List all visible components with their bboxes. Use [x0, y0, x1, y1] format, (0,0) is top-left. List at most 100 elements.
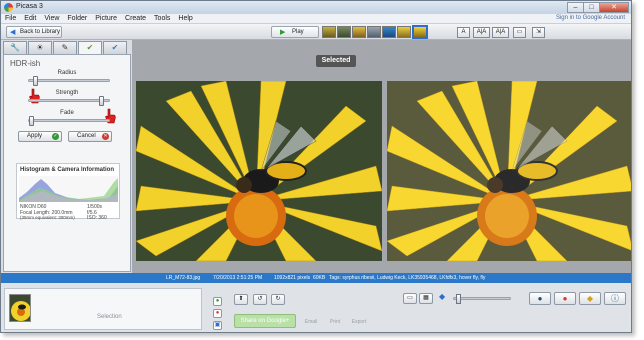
email-button[interactable]: Email [303, 319, 319, 325]
cancel-button[interactable]: Cancel ✕ [68, 131, 112, 142]
menu-folder[interactable]: Folder [67, 15, 87, 22]
hover-fly-on-flower-image [136, 81, 382, 261]
effect-title: HDR-ish [10, 59, 41, 68]
wrench-icon: 🔧 [10, 43, 20, 52]
film-thumbnail[interactable] [397, 26, 411, 38]
close-button[interactable]: ✕ [599, 2, 629, 13]
text-compare-button[interactable]: A|A [473, 27, 490, 38]
map-pin-icon: ● [562, 294, 568, 303]
minimize-button[interactable]: – [567, 2, 584, 13]
text-compare2-button[interactable]: A|A [492, 27, 509, 38]
selection-tray: Selection [4, 288, 202, 330]
play-icon: ▶ [280, 29, 286, 36]
menu-help[interactable]: Help [178, 15, 192, 22]
tab-effects-2[interactable]: ✔ [78, 41, 102, 55]
view-grid-button[interactable]: ▦ [419, 293, 433, 304]
print-button[interactable]: Print [327, 319, 343, 325]
iso: ISO: 360 [87, 215, 107, 221]
tab-basic-fixes[interactable]: 🔧 [3, 41, 27, 54]
back-to-library-button[interactable]: ◀ Back to Library [6, 26, 62, 38]
menu-bar: File Edit View Folder Picture Create Too… [1, 14, 631, 24]
effects-icon: ✔ [86, 43, 94, 52]
clear-selection-icon[interactable]: ● [213, 309, 222, 318]
rotate-left-button[interactable]: ↺ [253, 294, 267, 305]
hold-pin-icon[interactable]: ● [213, 297, 222, 306]
film-thumbnail[interactable] [322, 26, 336, 38]
film-thumbnail[interactable] [337, 26, 351, 38]
hover-fly-on-flower-image [387, 81, 631, 261]
strength-slider-knob[interactable] [99, 96, 104, 106]
file-size: 60KB [313, 275, 326, 281]
radius-label: Radius [57, 70, 77, 76]
photo-info-bar: LR_M72-83.jpg 7/20/2013 2:51:25 PM 1092x… [1, 273, 631, 283]
effect-panel: HDR-ish Radius Strength Fade Apply ✓ Can… [3, 54, 131, 272]
add-to-album-icon[interactable]: ▣ [213, 321, 222, 330]
zoom-slider[interactable] [453, 294, 511, 304]
menu-tools[interactable]: Tools [154, 15, 170, 22]
sign-in-link[interactable]: Sign in to Google Account [556, 15, 625, 21]
menu-edit[interactable]: Edit [24, 15, 36, 22]
info-button[interactable]: ⓘ [604, 292, 626, 305]
apply-button[interactable]: Apply ✓ [18, 131, 62, 142]
window-title: Picasa 3 [16, 3, 43, 10]
tab-effects[interactable]: ✎ [53, 41, 77, 54]
film-thumbnail[interactable] [352, 26, 366, 38]
file-name: LR_M72-83.jpg [166, 275, 201, 281]
apply-label: Apply [27, 133, 43, 139]
film-thumbnail-selected[interactable] [412, 25, 428, 39]
brush-icon: ✎ [61, 43, 69, 52]
menu-file[interactable]: File [5, 15, 16, 22]
film-thumbnail[interactable] [382, 26, 396, 38]
back-arrow-icon: ◀ [10, 29, 16, 36]
rotate-right-button[interactable]: ↻ [271, 294, 285, 305]
photo-original[interactable] [387, 81, 631, 261]
fade-slider-knob[interactable] [29, 116, 34, 126]
tags-button[interactable]: ◆ [579, 292, 601, 305]
fullscreen-button[interactable]: ⇲ [532, 27, 545, 38]
menu-view[interactable]: View [44, 15, 59, 22]
back-to-library-label: Back to Library [20, 29, 61, 35]
bottom-tray: Selection ● ● ▣ ⬆ ↺ ↻ Share on Google+ E… [1, 283, 631, 332]
photo-edited[interactable] [136, 81, 382, 261]
window-controls: – □ ✕ [567, 2, 629, 13]
thumbnail-image [10, 295, 30, 321]
view-mode-button[interactable]: ▭ [403, 293, 417, 304]
play-button[interactable]: ▶ Play [271, 26, 319, 38]
zoom-slider-knob[interactable] [456, 294, 461, 304]
filmstrip [322, 25, 429, 39]
radius-slider[interactable] [28, 76, 110, 86]
people-button[interactable]: ● [529, 292, 551, 305]
text-small-button[interactable]: A [457, 27, 470, 38]
export-button[interactable]: Export [350, 319, 368, 325]
tag-icon: ◆ [586, 294, 594, 303]
upload-button[interactable]: ⬆ [234, 294, 248, 305]
focal-equivalent: (35mm equivalent: 300mm) [20, 215, 75, 220]
title-bar: Picasa 3 – □ ✕ [1, 1, 631, 14]
cancel-label: Cancel [77, 133, 96, 139]
tab-effects-3[interactable]: ✔ [103, 41, 127, 54]
tab-tuning[interactable]: ☀ [28, 41, 52, 54]
maximize-button[interactable]: □ [583, 2, 600, 13]
sun-icon: ☀ [36, 43, 44, 52]
info-icon: ⓘ [611, 294, 619, 303]
check-icon: ✓ [52, 133, 59, 140]
menu-picture[interactable]: Picture [95, 15, 117, 22]
places-button[interactable]: ● [554, 292, 576, 305]
menu-create[interactable]: Create [125, 15, 146, 22]
photo-viewer: Selected [132, 40, 631, 273]
radius-slider-knob[interactable] [33, 76, 38, 86]
fade-label: Fade [60, 110, 74, 116]
histogram-title: Histogram & Camera Information [20, 167, 115, 173]
fade-slider[interactable] [28, 116, 110, 126]
toolbar: ◀ Back to Library ▶ Play A A|A A|A ▭ ⇲ [1, 24, 631, 40]
share-google-plus-button[interactable]: Share on Google+ [234, 314, 296, 328]
selection-thumbnail[interactable] [9, 294, 31, 322]
strength-label: Strength [55, 90, 79, 96]
person-icon: ● [537, 294, 543, 303]
histogram-graph [19, 176, 118, 202]
strength-slider[interactable] [28, 96, 110, 106]
selection-label: Selection [97, 314, 122, 320]
compare-view-button[interactable]: ▭ [513, 27, 526, 38]
photo-tags: Tags: syrphus ribesii, Ludwig Keck, LK35… [329, 275, 486, 281]
film-thumbnail[interactable] [367, 26, 381, 38]
